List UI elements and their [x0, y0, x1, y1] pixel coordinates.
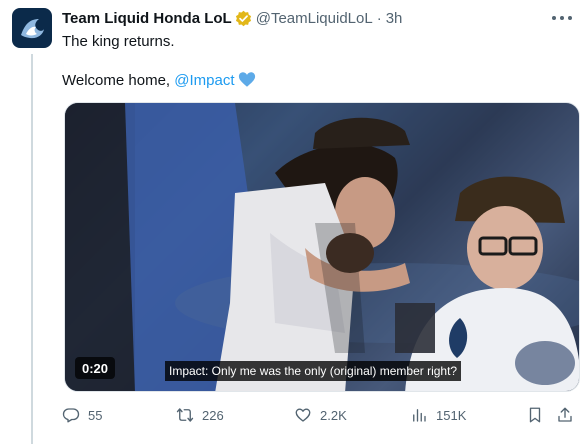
separator-dot: · — [376, 9, 382, 27]
author-handle[interactable]: @TeamLiquidLoL — [256, 10, 373, 27]
video-caption: Impact: Only me was the only (original) … — [165, 361, 462, 381]
video-duration: 0:20 — [75, 357, 116, 379]
bookmark-button[interactable] — [526, 404, 552, 426]
bookmark-icon — [529, 407, 541, 423]
tweet-actions: 55 226 2.2K 151K — [60, 404, 580, 426]
tweet-text-line-1: The king returns. — [62, 33, 175, 50]
views-button[interactable]: 151K — [410, 404, 466, 426]
timestamp[interactable]: 3h — [386, 10, 403, 27]
heart-icon — [295, 408, 311, 422]
author-name[interactable]: Team Liquid Honda LoL — [62, 10, 232, 27]
tweet-header: Team Liquid Honda LoL @TeamLiquidLoL · 3… — [62, 8, 402, 28]
views-chart-icon — [413, 409, 426, 422]
thread-line — [31, 54, 33, 444]
like-count: 2.2K — [320, 407, 347, 423]
tweet-card[interactable]: Team Liquid Honda LoL @TeamLiquidLoL · 3… — [0, 0, 588, 444]
share-button[interactable] — [556, 404, 582, 426]
tweet-text-line-2: Welcome home, @Impact — [62, 71, 256, 91]
views-count: 151K — [436, 407, 467, 423]
avatar[interactable] — [12, 8, 52, 48]
retweet-icon — [176, 408, 194, 422]
mention-link[interactable]: @Impact — [174, 72, 234, 89]
reply-button[interactable]: 55 — [62, 404, 102, 426]
team-liquid-logo-icon — [21, 19, 44, 39]
like-button[interactable]: 2.2K — [294, 404, 347, 426]
video-frame — [65, 103, 579, 391]
welcome-text: Welcome home, — [62, 72, 175, 89]
retweet-count: 226 — [202, 407, 224, 423]
blue-heart-icon — [238, 71, 256, 88]
reply-icon — [62, 408, 80, 423]
share-icon — [558, 407, 572, 422]
more-options-icon[interactable] — [552, 10, 572, 26]
reply-count: 55 — [88, 407, 103, 423]
video-player[interactable]: 0:20 Impact: Only me was the only (origi… — [64, 102, 580, 392]
retweet-button[interactable]: 226 — [176, 404, 224, 426]
verified-badge-icon[interactable] — [235, 10, 252, 27]
